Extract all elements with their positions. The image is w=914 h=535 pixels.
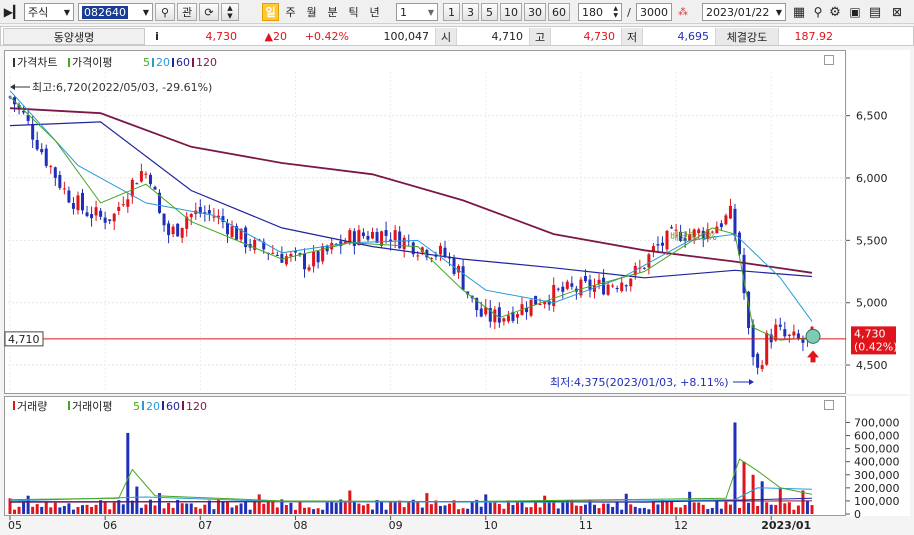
search-icon: ⚲ (160, 5, 170, 19)
x-tick-label: 12 (674, 519, 688, 532)
pane-maximize-icon[interactable] (824, 55, 834, 65)
refresh-icon: ⟳ (204, 5, 214, 19)
strength-value: 187.92 (794, 30, 834, 43)
spin-icon[interactable]: ▲ ▼ (613, 5, 618, 19)
price-chart-pane[interactable] (4, 50, 846, 394)
period-count-select[interactable]: 1 ▼ (396, 3, 438, 21)
toolbar: ▶▎ 주식 ▼ 082640 ▼ ⚲ 관 ⟳ ▲ ▼ 일 주 월 분 틱 년 1 ▼ 1… (0, 0, 914, 24)
down-icon: ▼ (227, 12, 233, 20)
high-label: 고 (529, 28, 551, 45)
open-label: 시 (435, 28, 457, 45)
period-month-tab[interactable]: 월 (303, 3, 320, 21)
period-year-tab[interactable]: 년 (366, 3, 383, 21)
date-select[interactable]: 2023/01/22 ▼ (702, 3, 786, 21)
info-icon[interactable]: i (147, 28, 167, 45)
period-week-tab[interactable]: 주 (282, 3, 299, 21)
up-icon: ▲ (227, 4, 233, 12)
change-rate: +0.42% (304, 30, 349, 43)
pane-maximize-icon[interactable] (824, 400, 834, 410)
price-axis[interactable] (847, 50, 910, 394)
volume-axis[interactable] (847, 396, 910, 516)
current-price: 4,730 (205, 30, 238, 43)
related-button[interactable]: 관 (177, 3, 197, 21)
minute-60-button[interactable]: 60 (548, 3, 570, 21)
x-tick-label: 09 (389, 519, 403, 532)
volume: 100,047 (383, 30, 430, 43)
chevron-down-icon: ▼ (427, 7, 434, 17)
grid-icon[interactable]: ▤ (866, 3, 884, 21)
price-change: ▲20 (264, 30, 287, 43)
minute-30-button[interactable]: 30 (524, 3, 546, 21)
minute-1-button[interactable]: 1 (443, 3, 460, 21)
refresh-button[interactable]: ⟳ (199, 3, 219, 21)
settings-icon[interactable]: ⚙ (826, 3, 844, 21)
save-icon[interactable]: ▣ (846, 3, 864, 21)
low-label: 저 (621, 28, 643, 45)
panel-toggle-icon[interactable]: ▶▎ (4, 3, 22, 21)
zoom-icon[interactable]: ⚲ (810, 3, 826, 21)
display-count-input[interactable]: 180 ▲ ▼ (578, 3, 622, 21)
minute-10-button[interactable]: 10 (500, 3, 522, 21)
count-separator: / (627, 5, 631, 19)
x-tick-label: 11 (579, 519, 593, 532)
x-tick-label: 07 (198, 519, 212, 532)
quote-bar: 동양생명 i 4,730 ▲20 +0.42% 100,047 시 4,710 … (0, 26, 914, 46)
chevron-down-icon: ▼ (63, 7, 70, 17)
high-price: 4,730 (583, 30, 616, 43)
total-count-input[interactable]: 3000 (636, 3, 672, 21)
low-price: 4,695 (677, 30, 710, 43)
x-tick-label: 2023/01 (761, 519, 811, 532)
close-icon[interactable]: ⊠ (888, 3, 906, 21)
volume-chart-pane[interactable] (4, 396, 846, 516)
search-button[interactable]: ⚲ (155, 3, 175, 21)
open-price: 4,710 (491, 30, 524, 43)
chart-type-icon[interactable]: ▦ (790, 3, 808, 21)
period-minute-tab[interactable]: 분 (324, 3, 341, 21)
x-tick-label: 06 (103, 519, 117, 532)
stock-stepper[interactable]: ▲ ▼ (221, 3, 239, 21)
strength-label: 체결강도 (715, 28, 779, 45)
minute-5-button[interactable]: 5 (481, 3, 498, 21)
chevron-down-icon: ▼ (142, 7, 149, 17)
chevron-down-icon: ▼ (775, 7, 782, 17)
x-tick-label: 05 (8, 519, 22, 532)
period-day-tab[interactable]: 일 (262, 3, 279, 21)
minute-3-button[interactable]: 3 (462, 3, 479, 21)
grid-options-icon[interactable]: ⁂ (674, 3, 692, 21)
stock-code-input[interactable]: 082640 ▼ (78, 3, 153, 21)
x-tick-label: 08 (293, 519, 307, 532)
stock-name: 동양생명 (3, 28, 145, 45)
period-tick-tab[interactable]: 틱 (345, 3, 362, 21)
market-select[interactable]: 주식 ▼ (24, 3, 74, 21)
x-tick-label: 10 (484, 519, 498, 532)
